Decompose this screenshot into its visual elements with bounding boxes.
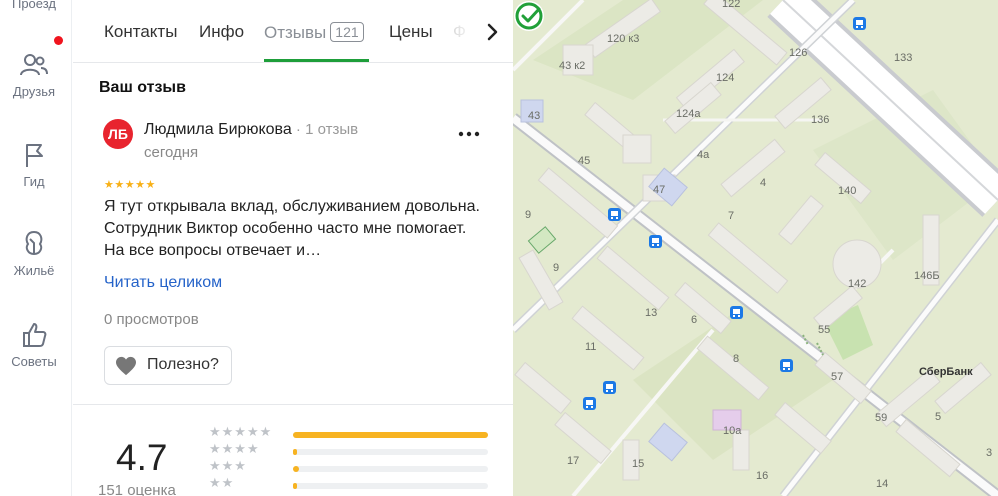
distribution-bar: [293, 483, 488, 489]
map-label: 3: [986, 447, 993, 459]
rail-item-label: Проезд: [11, 0, 56, 11]
map-label: 45: [578, 155, 591, 167]
map-label: 6: [691, 314, 698, 326]
distribution-stars: ★★★: [209, 458, 247, 473]
map-label: 43 к2: [559, 60, 586, 72]
distribution-bar: [293, 466, 488, 472]
more-options-icon[interactable]: [457, 126, 481, 142]
map-label: 5: [935, 411, 942, 423]
map-label: 57: [831, 371, 844, 383]
map-label: 122: [722, 0, 741, 10]
map-canvas: [513, 0, 998, 496]
review-rating-stars: ★★★★★: [104, 179, 156, 191]
review-date: сегодня: [144, 144, 199, 161]
map-label: 47: [653, 184, 666, 196]
map-label: 10а: [723, 425, 742, 437]
map-label: 4а: [697, 149, 710, 161]
map-label: 43: [528, 110, 541, 122]
distribution-bar-fill: [293, 449, 297, 455]
map-label: 133: [894, 52, 913, 64]
bus-stop-icon[interactable]: [780, 359, 793, 372]
org-panel: Контакты Инфо Отзывы121 Цены Ф Ваш отзыв…: [73, 0, 513, 496]
useful-label: Полезно?: [147, 356, 219, 373]
rail-item-tips[interactable]: Советы: [0, 320, 68, 369]
tab-bar: Контакты Инфо Отзывы121 Цены Ф: [73, 0, 513, 63]
author-name[interactable]: Людмила Бирюкова: [144, 121, 292, 138]
map-label: 142: [848, 278, 867, 290]
tab-info[interactable]: Инфо: [199, 22, 244, 42]
bus-stop-icon[interactable]: [603, 381, 616, 394]
author-review-count: · 1 отзыв: [291, 121, 359, 138]
map-label: 15: [632, 458, 645, 470]
housing-icon: [25, 230, 43, 256]
map[interactable]: 122 120 к3 126 133 43 к2 124 43 124а 136…: [513, 0, 998, 496]
left-rail: Проезд Друзья Гид Жильё Советы: [0, 0, 72, 496]
distribution-bar-fill: [293, 466, 299, 472]
review-author[interactable]: Людмила Бирюкова · 1 отзыв: [144, 121, 358, 139]
distribution-stars: ★★: [209, 475, 235, 490]
map-label: 8: [733, 353, 740, 365]
average-rating: 4.7: [116, 437, 168, 478]
distribution-bar-fill: [293, 483, 297, 489]
tab-prices[interactable]: Цены: [389, 22, 433, 42]
rail-item-housing[interactable]: Жильё: [0, 229, 68, 278]
map-label: 14: [876, 478, 889, 490]
map-label: 140: [838, 185, 857, 197]
bus-stop-icon[interactable]: [853, 17, 866, 30]
tab-reviews[interactable]: Отзывы 121: [264, 22, 364, 43]
map-label: 59: [875, 412, 888, 424]
chevron-right-icon[interactable]: [481, 20, 505, 44]
section-title: Ваш отзыв: [99, 79, 186, 96]
rail-item-route[interactable]: Проезд: [0, 0, 68, 11]
map-label: 9: [553, 262, 560, 274]
tab-reviews-label: Отзывы: [264, 23, 327, 42]
flag-icon: [26, 144, 43, 167]
map-label: 126: [789, 47, 808, 59]
rail-item-label: Гид: [23, 174, 45, 189]
read-more-link[interactable]: Читать целиком: [104, 274, 222, 292]
map-label: 13: [645, 307, 658, 319]
notification-badge: [54, 36, 63, 45]
thumbs-up-icon: [23, 323, 47, 347]
map-label: 136: [811, 114, 830, 126]
review-text: Я тут открывала вклад, обслуживанием дов…: [104, 198, 480, 259]
rail-item-label: Жильё: [13, 263, 55, 278]
map-label: 11: [585, 341, 597, 353]
active-tab-indicator: [264, 59, 369, 62]
map-label: 55: [818, 324, 831, 336]
bus-stop-icon[interactable]: [730, 306, 743, 319]
distribution-bar: [293, 449, 488, 455]
heart-icon: [116, 356, 136, 376]
bus-stop-icon[interactable]: [649, 235, 662, 248]
views-count: 0 просмотров: [104, 311, 199, 328]
map-label: 17: [567, 455, 580, 467]
avatar[interactable]: ЛБ: [103, 119, 133, 149]
tab-contacts[interactable]: Контакты: [104, 22, 177, 42]
map-label: 120 к3: [607, 33, 640, 45]
map-label: 124: [716, 72, 735, 84]
map-label: 4: [760, 177, 767, 189]
ratings-count: 151 оценка: [98, 482, 176, 496]
rail-item-guide[interactable]: Гид: [0, 140, 68, 189]
distribution-bar: [293, 432, 488, 438]
poi-label[interactable]: СберБанк: [919, 366, 973, 378]
rail-item-label: Друзья: [12, 84, 56, 99]
distribution-bar-fill: [293, 432, 488, 438]
useful-button[interactable]: Полезно?: [104, 346, 232, 385]
friends-icon: [20, 54, 48, 76]
divider: [73, 404, 513, 405]
sberbank-logo-icon[interactable]: [513, 0, 545, 32]
map-label: 9: [525, 209, 532, 221]
map-label: 16: [756, 470, 769, 482]
reviews-count-badge: 121: [330, 22, 364, 42]
rail-item-friends[interactable]: Друзья: [0, 50, 68, 99]
rail-item-label: Советы: [11, 354, 57, 369]
bus-stop-icon[interactable]: [583, 397, 596, 410]
distribution-stars: ★★★★: [209, 441, 260, 456]
map-label: 146Б: [914, 270, 940, 282]
bus-stop-icon[interactable]: [608, 208, 621, 221]
map-label: 7: [728, 210, 735, 222]
map-label: 124а: [676, 108, 701, 120]
distribution-stars: ★★★★★: [209, 424, 273, 439]
